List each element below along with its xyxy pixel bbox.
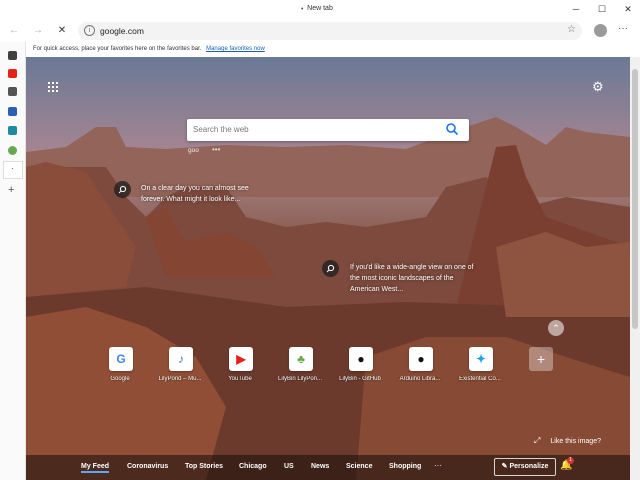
- forward-icon[interactable]: →: [30, 23, 46, 39]
- personalize-button[interactable]: ✎ Personalize: [494, 458, 556, 476]
- add-quick-link-button[interactable]: +: [510, 346, 570, 386]
- scrollbar-thumb[interactable]: [632, 69, 638, 329]
- like-image-text[interactable]: Like this image?: [550, 438, 601, 445]
- image-hint-line: the most iconic landscapes of the: [350, 275, 454, 282]
- sidebar-lilypond-icon[interactable]: [8, 146, 17, 155]
- stop-loading-icon[interactable]: ✕: [54, 23, 70, 39]
- quick-link-lilybin-github[interactable]: ● LilyBin - GitHub: [330, 346, 390, 386]
- quick-link-youtube[interactable]: ▶ YouTube: [210, 346, 270, 386]
- sidebar-image-icon[interactable]: [8, 126, 17, 135]
- feed-more-icon[interactable]: ···: [434, 461, 442, 470]
- minimize-button[interactable]: ─: [568, 2, 584, 16]
- quick-link-label: Existential Co...: [459, 376, 501, 382]
- new-tab-icon[interactable]: +: [8, 184, 14, 196]
- image-hint-search-icon[interactable]: [322, 260, 339, 277]
- image-hint-line: On a clear day you can almost see: [141, 185, 249, 192]
- image-hint-text[interactable]: On a clear day you can almost see foreve…: [141, 183, 249, 205]
- twitter-tile-icon: ✦: [469, 347, 493, 371]
- image-hint-line: American West...: [350, 286, 404, 293]
- feed-tab-coronavirus[interactable]: Coronavirus: [127, 463, 168, 470]
- feed-tab-my-feed[interactable]: My Feed: [81, 463, 110, 473]
- page-settings-gear-icon[interactable]: ⚙: [592, 79, 604, 95]
- notification-badge: 1: [567, 457, 574, 464]
- quick-link-label: Google: [110, 376, 130, 382]
- github-tile-icon: ●: [349, 347, 373, 371]
- favorites-bar-message: For quick access, place your favorites h…: [33, 46, 202, 52]
- expand-icon[interactable]: ⤢: [534, 436, 540, 445]
- quick-link-label: LilyBin LilyPon...: [277, 376, 323, 382]
- add-icon: +: [529, 347, 553, 371]
- feed-tab-shopping[interactable]: Shopping: [389, 463, 421, 470]
- quick-link-label: LilyBin - GitHub: [339, 376, 381, 382]
- news-feed-bar: My Feed Coronavirus Top Stories Chicago …: [26, 455, 630, 480]
- feed-tab-us[interactable]: US: [284, 463, 294, 470]
- sidebar-tab-icon[interactable]: [8, 51, 17, 60]
- feed-tab-news[interactable]: News: [311, 463, 329, 470]
- quick-link-existential[interactable]: ✦ Existential Co...: [450, 346, 510, 386]
- lilybin-tile-icon: ♣: [289, 347, 313, 371]
- navigation-bar: ← → ✕ i google.com ☆ ···: [0, 20, 640, 42]
- sidebar-document-icon[interactable]: [8, 107, 17, 116]
- favorites-bar: For quick access, place your favorites h…: [26, 42, 640, 57]
- feed-tab-top-stories[interactable]: Top Stories: [185, 463, 223, 470]
- collapse-quick-links-icon[interactable]: ⌃: [548, 320, 564, 336]
- like-this-image[interactable]: ⤢ Like this image?: [534, 436, 601, 446]
- quick-link-arduino[interactable]: ● Arduino Libra...: [390, 346, 450, 386]
- address-bar[interactable]: i google.com ☆: [78, 22, 582, 40]
- feed-tab-science[interactable]: Science: [346, 463, 372, 470]
- window-title: New tab: [307, 5, 333, 12]
- youtube-tile-icon: ▶: [229, 347, 253, 371]
- search-suggestion[interactable]: goo: [188, 147, 199, 154]
- sidebar-speaker-icon[interactable]: [8, 87, 17, 96]
- quick-link-label: Arduino Libra...: [399, 376, 441, 382]
- page-scrollbar[interactable]: [630, 57, 640, 480]
- title-bar: • New tab ─ ☐ ✕: [0, 0, 640, 20]
- github-tile-icon: ●: [409, 347, 433, 371]
- apps-grid-icon[interactable]: [48, 82, 58, 92]
- quick-link-google[interactable]: G Google: [90, 346, 150, 386]
- maximize-button[interactable]: ☐: [594, 2, 610, 16]
- image-hint-text[interactable]: If you'd like a wide-angle view on one o…: [350, 262, 474, 295]
- address-bar-url[interactable]: google.com: [100, 26, 144, 36]
- quick-link-lilypond[interactable]: ♪ LilyPond – Mu...: [150, 346, 210, 386]
- web-search-box[interactable]: Search the web: [187, 119, 469, 141]
- tab-sidebar: · +: [0, 42, 26, 480]
- search-icon[interactable]: [445, 122, 459, 136]
- lilypond-tile-icon: ♪: [169, 347, 193, 371]
- quick-link-lilybin[interactable]: ♣ LilyBin LilyPon...: [270, 346, 330, 386]
- sidebar-active-tab[interactable]: ·: [3, 161, 23, 179]
- image-hint-line: If you'd like a wide-angle view on one o…: [350, 264, 474, 271]
- back-icon[interactable]: ←: [6, 23, 22, 39]
- close-window-button[interactable]: ✕: [620, 2, 636, 16]
- site-info-icon[interactable]: i: [84, 25, 95, 36]
- profile-avatar[interactable]: [594, 24, 607, 37]
- add-favorite-icon[interactable]: ☆: [567, 24, 576, 35]
- sidebar-active-tab-icon: ·: [11, 164, 14, 173]
- search-input-placeholder[interactable]: Search the web: [193, 125, 249, 134]
- quick-link-label: LilyPond – Mu...: [158, 376, 202, 382]
- sidebar-youtube-icon[interactable]: [8, 69, 17, 78]
- suggestion-more-icon[interactable]: •••: [212, 145, 220, 154]
- image-hint-line: forever. What might it look like...: [141, 196, 241, 203]
- new-tab-page: ⚙ Search the web goo ••• On a clear day …: [26, 57, 630, 480]
- google-tile-icon: G: [109, 347, 133, 371]
- manage-favorites-link[interactable]: Manage favorites now: [206, 46, 265, 52]
- feed-tab-chicago[interactable]: Chicago: [239, 463, 267, 470]
- quick-link-label: YouTube: [228, 376, 252, 382]
- more-menu-icon[interactable]: ···: [618, 23, 628, 34]
- image-hint-search-icon[interactable]: [114, 181, 131, 198]
